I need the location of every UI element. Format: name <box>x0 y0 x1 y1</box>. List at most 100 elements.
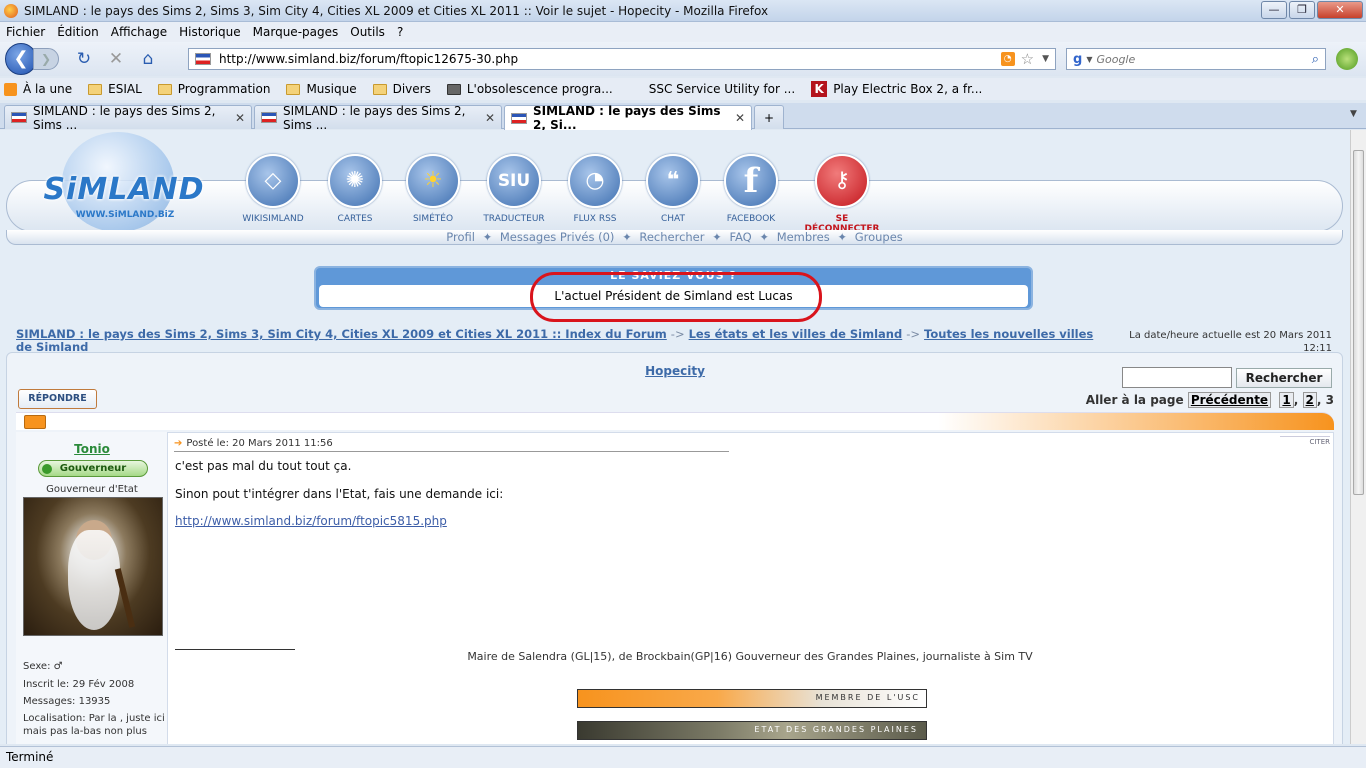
rss-feed-icon[interactable]: ◔ <box>1000 52 1015 66</box>
nav-simeteo[interactable]: ☀ SIMÉTÉO <box>393 154 473 224</box>
link-profil[interactable]: Profil <box>446 230 475 244</box>
url-text[interactable]: http://www.simland.biz/forum/ftopic12675… <box>219 52 1001 66</box>
bookmark-ssc[interactable]: SSC Service Utility for ... <box>629 82 795 96</box>
crumb-etats[interactable]: Les états et les villes de Simland <box>689 327 903 341</box>
post-date-text: Posté le: 20 Mars 2011 11:56 <box>186 438 333 449</box>
separator: ✦ <box>837 230 848 244</box>
edit-post-icon[interactable] <box>24 415 46 429</box>
pagination: Aller à la page Précédente 1, 2, 3 <box>1085 392 1334 408</box>
menu-outils[interactable]: Outils <box>350 25 385 39</box>
search-input[interactable] <box>1096 52 1312 66</box>
window-titlebar: SIMLAND : le pays des Sims 2, Sims 3, Si… <box>0 0 1366 22</box>
page-scrollbar[interactable] <box>1350 130 1366 744</box>
bookmark-obsolescence[interactable]: L'obsolescence progra... <box>446 82 613 96</box>
grandes-plaines-banner[interactable]: ETAT DES GRANDES PLAINES <box>577 721 927 740</box>
user-messages: Messages: 13935 <box>23 696 111 707</box>
bookmark-a-la-une[interactable]: À la une <box>4 82 72 96</box>
rank-badge: Gouverneur <box>38 460 148 477</box>
nav-wikisimland[interactable]: ◇ WIKISIMLAND <box>233 154 313 224</box>
menu-edition[interactable]: Édition <box>57 25 99 39</box>
avatar <box>23 497 163 636</box>
bookmark-label: Musique <box>306 82 357 96</box>
bookmark-divers[interactable]: Divers <box>372 82 431 96</box>
site-favicon <box>11 112 27 123</box>
post-line-1: c'est pas mal du tout tout ça. <box>175 459 352 473</box>
addon-icon[interactable] <box>1336 48 1358 70</box>
link-membres[interactable]: Membres <box>777 230 830 244</box>
status-bar: Terminé <box>0 746 1366 768</box>
new-tab-button[interactable]: + <box>754 105 784 129</box>
page-2-link[interactable]: 2 <box>1302 392 1317 408</box>
link-faq[interactable]: FAQ <box>729 230 751 244</box>
bookmark-electric-box[interactable]: K Play Electric Box 2, a fr... <box>811 81 982 97</box>
tab-3-active[interactable]: SIMLAND : le pays des Sims 2, Si... ✕ <box>504 104 752 132</box>
red-highlight-circle <box>530 272 822 322</box>
close-window-button[interactable]: ✕ <box>1317 1 1363 19</box>
bookmark-label: Divers <box>392 82 431 96</box>
nav-chat[interactable]: ❝ CHAT <box>633 154 713 224</box>
link-messages-prives[interactable]: Messages Privés (0) <box>500 230 615 244</box>
nav-traducteur[interactable]: SIU TRADUCTEUR <box>474 154 554 224</box>
site-logo[interactable]: SiMLAND <box>42 172 206 207</box>
nav-flux-rss[interactable]: ◔ FLUX RSS <box>555 154 635 224</box>
post-line-2: Sinon pout t'intégrer dans l'Etat, fais … <box>175 487 504 501</box>
bookmark-label: Programmation <box>177 82 271 96</box>
tab-1[interactable]: SIMLAND : le pays des Sims 2, Sims ... ✕ <box>4 103 252 132</box>
tab-2[interactable]: SIMLAND : le pays des Sims 2, Sims ... ✕ <box>254 104 502 132</box>
search-magnifier-icon[interactable]: ⌕ <box>1312 52 1319 67</box>
post-link[interactable]: http://www.simland.biz/forum/ftopic5815.… <box>175 514 447 528</box>
reload-icon[interactable]: ↻ <box>73 48 95 70</box>
quote-button[interactable]: CITER <box>1280 436 1330 446</box>
usc-member-banner[interactable]: MEMBRE DE L'USC <box>577 689 927 708</box>
status-text: Terminé <box>6 750 54 764</box>
close-tab-icon[interactable]: ✕ <box>727 111 745 125</box>
bookmark-star-icon[interactable]: ☆ <box>1021 50 1034 68</box>
nav-cartes[interactable]: ✺ CARTES <box>315 154 395 224</box>
page-1-link[interactable]: 1 <box>1279 392 1294 408</box>
menu-affichage[interactable]: Affichage <box>111 25 167 39</box>
url-dropdown-icon[interactable]: ▼ <box>1042 54 1049 64</box>
web-page: SiMLAND WWW.SiMLAND.BiZ ◇ WIKISIMLAND ✺ CA… <box>0 130 1350 744</box>
menu-fichier[interactable]: Fichier <box>6 25 45 39</box>
facebook-icon: f <box>724 154 778 208</box>
menu-historique[interactable]: Historique <box>179 25 241 39</box>
forward-button[interactable]: ❯ <box>33 48 59 70</box>
nav-se-deconnecter[interactable]: ⚷ SE DÉCONNECTER <box>800 154 884 234</box>
window-title: SIMLAND : le pays des Sims 2, Sims 3, Si… <box>24 3 769 18</box>
bookmark-esial[interactable]: ESIAL <box>88 82 142 96</box>
post-date: ➔ Posté le: 20 Mars 2011 11:56 <box>174 438 729 452</box>
folder-icon <box>372 83 387 95</box>
search-button[interactable]: Rechercher <box>1236 368 1332 388</box>
rank-dot-icon <box>42 464 52 474</box>
post-author[interactable]: Tonio <box>16 442 168 456</box>
scrollbar-thumb[interactable] <box>1353 150 1364 495</box>
home-icon[interactable]: ⌂ <box>137 48 159 70</box>
close-tab-icon[interactable]: ✕ <box>227 111 245 125</box>
nav-label: TRADUCTEUR <box>483 214 545 224</box>
tab-label: SIMLAND : le pays des Sims 2, Sims ... <box>33 103 216 132</box>
firefox-icon <box>4 3 18 18</box>
bookmark-programmation[interactable]: Programmation <box>157 82 271 96</box>
crumb-index[interactable]: SIMLAND : le pays des Sims 2, Sims 3, Si… <box>16 327 667 341</box>
menu-help[interactable]: ? <box>397 25 403 39</box>
topic-search-input[interactable] <box>1122 367 1232 388</box>
maximize-button[interactable]: ❐ <box>1289 1 1315 19</box>
nav-facebook[interactable]: f FACEBOOK <box>711 154 791 224</box>
search-bar[interactable]: g ▼ ⌕ <box>1066 48 1326 70</box>
close-tab-icon[interactable]: ✕ <box>477 111 495 125</box>
menu-marque-pages[interactable]: Marque-pages <box>253 25 339 39</box>
bookmark-label: Play Electric Box 2, a fr... <box>833 82 983 96</box>
reply-button[interactable]: RÉPONDRE <box>18 389 97 409</box>
page-previous-link[interactable]: Précédente <box>1187 392 1272 408</box>
user-localisation: Localisation: Par la , juste ici mais pa… <box>23 713 165 737</box>
bookmark-musique[interactable]: Musique <box>286 82 357 96</box>
engine-dropdown-icon[interactable]: ▼ <box>1086 55 1092 64</box>
link-rechercher[interactable]: Rechercher <box>639 230 704 244</box>
google-engine-icon[interactable]: g <box>1073 52 1082 67</box>
url-bar[interactable]: http://www.simland.biz/forum/ftopic12675… <box>188 48 1056 70</box>
tab-list-icon[interactable]: ▼ <box>1350 109 1357 119</box>
stop-icon[interactable]: ✕ <box>105 48 127 70</box>
link-groupes[interactable]: Groupes <box>855 230 903 244</box>
minimize-button[interactable]: — <box>1261 1 1287 19</box>
crumb-separator: -> <box>670 327 685 341</box>
